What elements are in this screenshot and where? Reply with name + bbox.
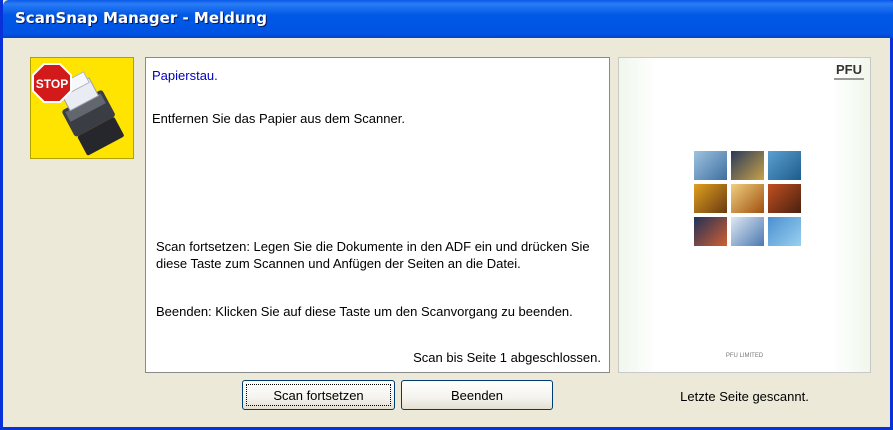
progress-text: Scan bis Seite 1 abgeschlossen. [413, 350, 601, 365]
quit-help-text: Beenden: Klicken Sie auf diese Taste um … [156, 304, 573, 319]
quit-button[interactable]: Beenden [401, 380, 553, 410]
scan-continue-button[interactable]: Scan fortsetzen [242, 380, 395, 410]
message-body: Entfernen Sie das Papier aus dem Scanner… [152, 111, 405, 126]
stop-scanner-icon: STOP [30, 57, 134, 159]
tile-image [731, 217, 764, 246]
pfu-logo: PFU [836, 62, 862, 77]
preview-footer: PFU LIMITED [725, 353, 764, 359]
logo-tagline-mark [834, 78, 864, 80]
continue-help-text: Scan fortsetzen: Legen Sie die Dokumente… [156, 239, 590, 271]
window-title: ScanSnap Manager - Meldung [15, 9, 267, 27]
preview-image-tiles [694, 151, 802, 251]
tile-image [694, 151, 727, 180]
message-dialog: ScanSnap Manager - Meldung STOP Papierst… [0, 0, 893, 430]
message-panel: Papierstau. Entfernen Sie das Papier aus… [145, 57, 610, 373]
tile-image [768, 184, 801, 213]
tile-image [731, 151, 764, 180]
page-preview: PFU PFU LIMITED [618, 57, 871, 373]
message-title: Papierstau. [152, 68, 218, 83]
preview-page-image: PFU PFU LIMITED [619, 58, 870, 372]
stop-sign-text: STOP [36, 77, 68, 91]
status-text: Letzte Seite gescannt. [680, 389, 809, 404]
title-bar[interactable]: ScanSnap Manager - Meldung [3, 0, 893, 38]
tile-image [731, 184, 764, 213]
tile-image [768, 217, 801, 246]
tile-image [694, 184, 727, 213]
tile-image [694, 217, 727, 246]
scan-continue-label: Scan fortsetzen [246, 384, 391, 406]
tile-image [768, 151, 801, 180]
